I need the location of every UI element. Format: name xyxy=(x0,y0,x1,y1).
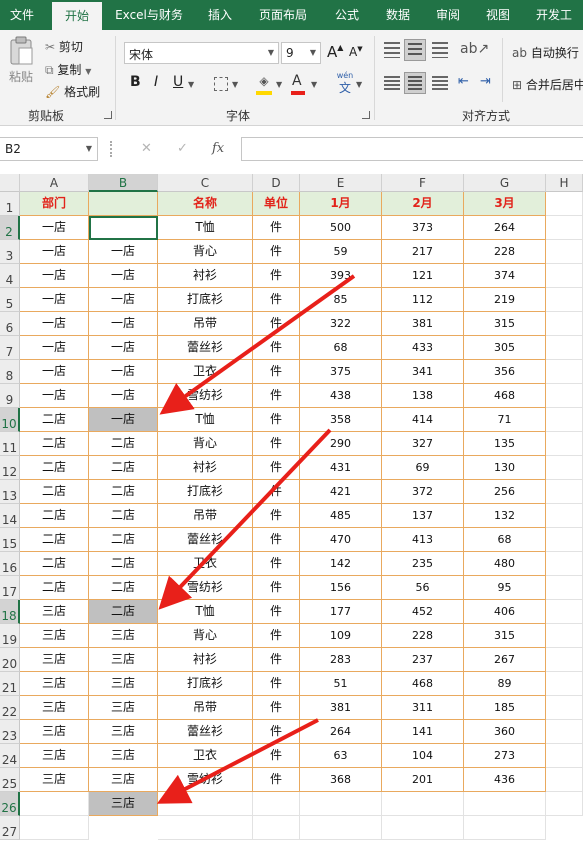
arrow-2 xyxy=(158,428,332,610)
arrow-3 xyxy=(156,718,319,804)
arrow-1 xyxy=(159,274,356,415)
annotation-arrows xyxy=(156,274,356,804)
